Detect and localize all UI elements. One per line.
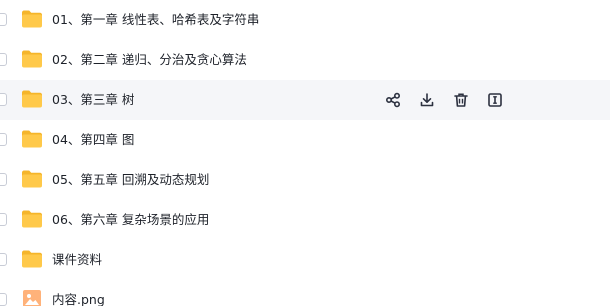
download-button[interactable] — [417, 90, 437, 110]
file-name[interactable]: 05、第五章 回溯及动态规划 — [52, 160, 209, 200]
rename-icon — [488, 93, 502, 107]
row-actions — [383, 90, 505, 110]
row-checkbox[interactable] — [0, 213, 7, 226]
row-checkbox[interactable] — [0, 53, 7, 66]
file-row[interactable]: 04、第四章 图 — [0, 120, 610, 160]
folder-icon — [22, 130, 42, 148]
file-row[interactable]: 05、第五章 回溯及动态规划 — [0, 160, 610, 200]
file-row[interactable]: 课件资料 — [0, 240, 610, 280]
delete-button[interactable] — [451, 90, 471, 110]
file-name[interactable]: 03、第三章 树 — [52, 80, 134, 120]
file-list: 01、第一章 线性表、哈希表及字符串 02、第二章 递归、分治及贪心算法 03、… — [0, 0, 610, 306]
file-name[interactable]: 04、第四章 图 — [52, 120, 134, 160]
file-name[interactable]: 06、第六章 复杂场景的应用 — [52, 200, 209, 240]
folder-icon — [22, 90, 42, 108]
row-checkbox[interactable] — [0, 293, 7, 306]
file-row[interactable]: 06、第六章 复杂场景的应用 — [0, 200, 610, 240]
row-checkbox[interactable] — [0, 133, 7, 146]
share-button[interactable] — [383, 90, 403, 110]
row-checkbox[interactable] — [0, 13, 7, 26]
file-row[interactable]: 内容.png — [0, 280, 610, 306]
file-name[interactable]: 01、第一章 线性表、哈希表及字符串 — [52, 0, 259, 40]
delete-icon — [454, 93, 468, 107]
file-name[interactable]: 内容.png — [52, 280, 105, 306]
folder-icon — [22, 250, 42, 268]
row-checkbox[interactable] — [0, 93, 7, 106]
download-icon — [420, 93, 434, 107]
share-icon — [385, 92, 401, 108]
rename-button[interactable] — [485, 90, 505, 110]
file-row[interactable]: 02、第二章 递归、分治及贪心算法 — [0, 40, 610, 80]
folder-icon — [22, 10, 42, 28]
file-name[interactable]: 02、第二章 递归、分治及贪心算法 — [52, 40, 247, 80]
image-file-icon — [23, 290, 41, 306]
file-name[interactable]: 课件资料 — [52, 240, 102, 280]
row-checkbox[interactable] — [0, 253, 7, 266]
row-checkbox[interactable] — [0, 173, 7, 186]
folder-icon — [22, 50, 42, 68]
folder-icon — [22, 170, 42, 188]
file-row[interactable]: 01、第一章 线性表、哈希表及字符串 — [0, 0, 610, 40]
file-row-hovered[interactable]: 03、第三章 树 — [0, 80, 610, 120]
folder-icon — [22, 210, 42, 228]
